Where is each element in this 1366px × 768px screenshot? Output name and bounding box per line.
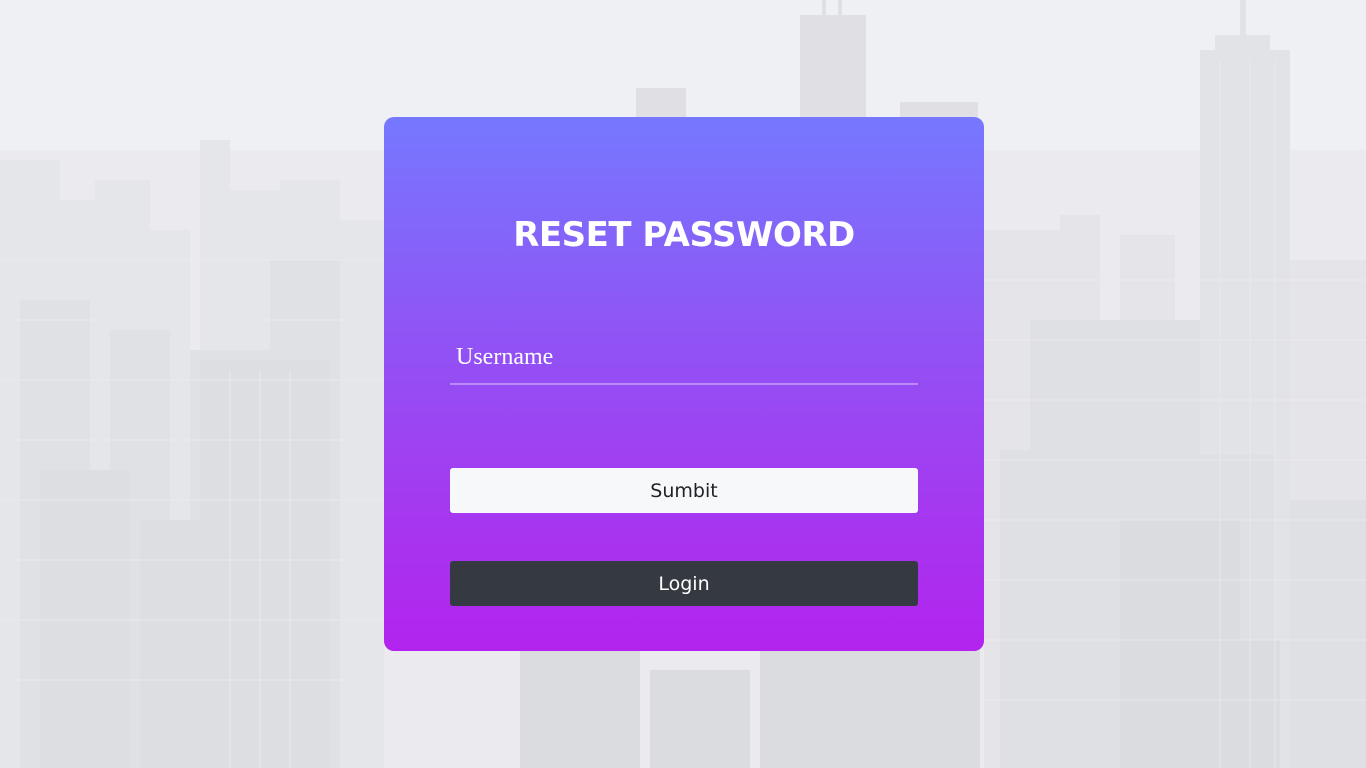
- submit-button[interactable]: Sumbit: [450, 468, 918, 513]
- reset-password-card: RESET PASSWORD Sumbit Login: [384, 117, 984, 651]
- username-input[interactable]: [450, 335, 918, 379]
- page-title: RESET PASSWORD: [513, 215, 855, 255]
- login-button[interactable]: Login: [450, 561, 918, 606]
- username-field: [450, 335, 918, 385]
